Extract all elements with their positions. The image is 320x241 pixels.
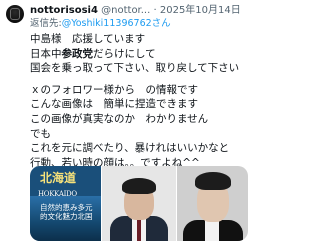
reply-prefix: 返信先: xyxy=(30,18,62,29)
body-line: ｘのフォロワー様から の情報です xyxy=(30,83,198,96)
tweet-date[interactable]: 2025年10月14日 xyxy=(160,5,241,16)
body-line: これを元に調べたり、暴けれはいいかなと xyxy=(30,142,230,155)
reply-to-line: 返信先:@Yoshiki11396762さん xyxy=(30,17,171,30)
body-text: だらけにして xyxy=(93,47,156,60)
handle[interactable]: @nottor... xyxy=(101,5,150,16)
body-line: こんな画像は 簡単に捏造できます xyxy=(30,98,198,111)
tie-shape xyxy=(137,219,141,241)
body-line: でも xyxy=(30,127,51,140)
tweet-header: nottorisosi4 @nottor... · 2025年10月14日 xyxy=(30,4,246,18)
avatar-emblem-icon xyxy=(10,8,20,20)
person-figure xyxy=(177,166,248,241)
media-image-portrait[interactable] xyxy=(177,166,248,241)
display-name[interactable]: nottorisosi4 xyxy=(30,5,98,16)
hair-shape xyxy=(195,172,231,190)
book-title: 北海道 xyxy=(40,171,77,185)
book-cover-text: 自然的恵み多元的文化魅力北国 xyxy=(40,203,93,221)
tweet-body: 中島様 応援しています 日本中参政党だらけにして 国会を乗っ取って下さい、取り戻… xyxy=(30,32,246,170)
person-figure xyxy=(102,166,176,241)
media-grid: 北海道 HOKKAIDO 自然的恵み多元的文化魅力北国 xyxy=(30,166,248,241)
hair-shape xyxy=(122,178,156,194)
media-image-portrait[interactable] xyxy=(102,166,176,241)
reply-mention-link[interactable]: @Yoshiki11396762さん xyxy=(62,18,171,29)
body-line: 国会を乗っ取って下さい、取り戻して下さい xyxy=(30,62,240,75)
user-avatar[interactable] xyxy=(6,5,24,23)
body-line: この画像が真実なのか わかりません xyxy=(30,112,209,125)
body-line: 日本中参政党だらけにして xyxy=(30,47,246,62)
separator: · xyxy=(153,5,157,16)
body-text: 日本中 xyxy=(30,47,62,60)
party-name: 参政党 xyxy=(61,47,94,60)
media-image-book-cover[interactable]: 北海道 HOKKAIDO 自然的恵み多元的文化魅力北国 xyxy=(30,166,101,241)
body-line: 中島様 応援しています xyxy=(30,33,146,45)
shirt-shape xyxy=(205,220,219,241)
book-subtitle: HOKKAIDO xyxy=(38,190,77,198)
